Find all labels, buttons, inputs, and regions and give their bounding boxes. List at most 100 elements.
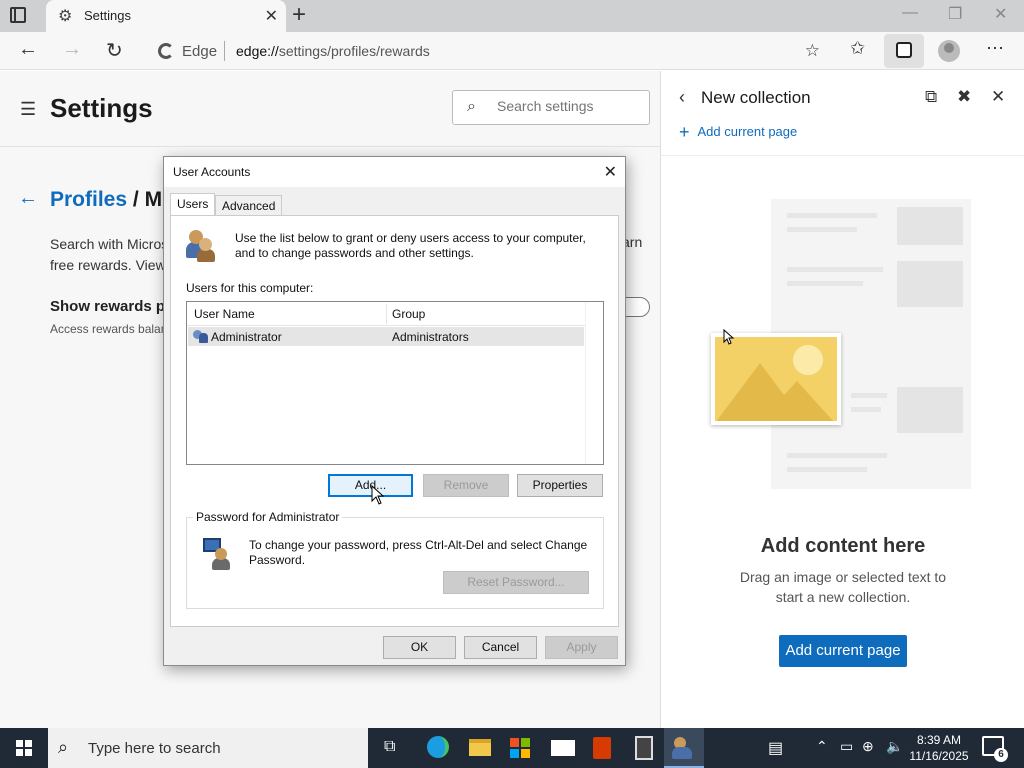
open-in-new-icon[interactable]: ⧉ xyxy=(925,87,937,107)
more-icon[interactable]: ⋯ xyxy=(986,38,1004,59)
taskbar-search[interactable]: ⌕ Type here to search xyxy=(48,728,368,768)
image-placeholder-icon xyxy=(711,333,841,425)
collection-title[interactable]: New collection xyxy=(701,88,811,108)
url-text: edge://settings/profiles/rewards xyxy=(236,43,430,59)
dialog-titlebar[interactable]: User Accounts ✕ xyxy=(164,157,625,187)
cancel-button[interactable]: Cancel xyxy=(464,636,537,659)
address-bar[interactable]: Edge edge://settings/profiles/rewards ☆ xyxy=(144,35,834,67)
search-icon: ⌕ xyxy=(467,98,476,115)
tab-users[interactable]: Users xyxy=(170,193,216,215)
properties-button[interactable]: Properties xyxy=(517,474,603,497)
list-header: User Name Group xyxy=(187,302,585,326)
users-panel: Use the list below to grant or deny user… xyxy=(170,215,619,627)
dialog-title: User Accounts xyxy=(173,165,251,179)
password-user-icon xyxy=(203,538,233,570)
apply-button[interactable]: Apply xyxy=(545,636,618,659)
ok-button[interactable]: OK xyxy=(383,636,456,659)
users-label: Users for this computer: xyxy=(186,281,314,295)
tab-strip: ⚙ Settings ✕ + — ❐ ✕ xyxy=(0,0,1024,32)
illustration-line xyxy=(851,393,887,398)
forward-icon[interactable]: → xyxy=(62,38,82,61)
gear-icon: ⚙ xyxy=(58,8,73,25)
close-dialog-icon[interactable]: ✕ xyxy=(604,162,617,182)
start-button[interactable] xyxy=(0,728,48,768)
add-favorite-icon[interactable]: ☆ xyxy=(805,41,820,61)
close-tab-icon[interactable]: ✕ xyxy=(265,6,278,26)
calculator-icon[interactable] xyxy=(624,728,664,768)
users-icon xyxy=(185,228,217,262)
chevron-left-icon[interactable]: ‹ xyxy=(679,87,685,108)
refresh-icon[interactable]: ↻ xyxy=(106,38,123,63)
meet-now-icon[interactable]: ▭ xyxy=(840,738,853,755)
close-window-icon[interactable]: ✕ xyxy=(994,4,1007,24)
notification-count-badge: 6 xyxy=(994,748,1008,762)
restore-icon[interactable]: ❐ xyxy=(948,4,962,24)
tab-advanced[interactable]: Advanced xyxy=(215,195,283,215)
list-scrollbar[interactable] xyxy=(585,302,603,464)
add-current-page-link[interactable]: + Add current page xyxy=(679,122,797,143)
search-input[interactable] xyxy=(497,98,637,114)
table-row[interactable]: Administrator Administrators xyxy=(188,327,584,346)
close-pane-icon[interactable]: ✕ xyxy=(991,87,1005,107)
taskbar: ⌕ Type here to search ⧉ ▤ ⌃ ▭ ⊕ 🔈 8:39 A… xyxy=(0,728,1024,768)
address-separator xyxy=(224,41,225,61)
collections-pane: ‹ New collection ⧉ ✖ ✕ + Add current page… xyxy=(660,71,1024,728)
back-icon[interactable]: ← xyxy=(18,38,38,61)
windows-icon xyxy=(16,740,32,756)
minimize-icon[interactable]: — xyxy=(902,4,918,22)
collections-icon xyxy=(896,42,912,58)
user-icon xyxy=(193,329,208,343)
tab-settings[interactable]: ⚙ Settings ✕ xyxy=(46,0,286,32)
office-icon[interactable] xyxy=(582,728,622,768)
taskbar-search-placeholder: Type here to search xyxy=(88,740,221,757)
mail-icon[interactable] xyxy=(542,728,582,768)
remove-button[interactable]: Remove xyxy=(423,474,509,497)
edge-taskbar-icon[interactable] xyxy=(418,728,458,768)
illustration-line xyxy=(787,453,887,458)
tab-title: Settings xyxy=(84,8,131,23)
password-instructions: To change your password, press Ctrl-Alt-… xyxy=(249,538,588,567)
group-cell: Administrators xyxy=(392,330,469,344)
clock[interactable]: 8:39 AM 11/16/2025 xyxy=(906,732,972,764)
password-group-label: Password for Administrator xyxy=(193,510,343,524)
empty-state-text: Drag an image or selected text to start … xyxy=(739,569,947,605)
column-group[interactable]: Group xyxy=(392,307,425,321)
plus-icon: + xyxy=(679,122,690,142)
search-settings[interactable]: ⌕ xyxy=(452,90,650,125)
add-current-page-button[interactable]: Add current page xyxy=(779,635,907,667)
back-arrow-icon[interactable]: ← xyxy=(18,187,38,210)
illustration-line xyxy=(787,213,877,218)
task-view-icon[interactable]: ⧉ xyxy=(372,728,412,768)
illustration-line xyxy=(851,407,881,412)
reset-password-button[interactable]: Reset Password... xyxy=(443,571,589,594)
secondary-cursor-icon xyxy=(723,329,735,345)
password-group: Password for Administrator To change you… xyxy=(186,510,604,609)
network-icon[interactable]: ⊕ xyxy=(862,738,874,755)
access-rewards-text: Access rewards balan xyxy=(50,322,168,336)
user-accounts-taskbar-icon[interactable] xyxy=(664,728,704,768)
illustration-block xyxy=(897,387,963,433)
tab-actions-icon[interactable] xyxy=(10,7,26,23)
rewards-description: Search with Micros free rewards. View xyxy=(50,236,169,273)
new-tab-icon[interactable]: + xyxy=(292,2,306,28)
edge-logo-icon xyxy=(158,43,174,59)
collections-button[interactable] xyxy=(884,34,924,68)
illustration-line xyxy=(787,227,857,232)
illustration-block xyxy=(897,207,963,245)
news-widget-icon[interactable]: ▤ xyxy=(768,738,783,758)
users-list[interactable]: User Name Group Administrator Administra… xyxy=(186,301,604,465)
profile-avatar[interactable] xyxy=(938,40,960,62)
favorites-icon[interactable]: ✩ xyxy=(850,38,865,59)
chevron-up-icon[interactable]: ⌃ xyxy=(816,738,828,755)
illustration-block xyxy=(897,261,963,307)
pin-icon[interactable]: ✖ xyxy=(957,87,971,107)
file-explorer-icon[interactable] xyxy=(460,728,500,768)
navigation-bar: ← → ↻ Edge edge://settings/profiles/rewa… xyxy=(0,32,1024,70)
menu-icon[interactable]: ☰ xyxy=(20,99,36,120)
column-user-name[interactable]: User Name xyxy=(194,307,255,321)
breadcrumb-profiles[interactable]: Profiles xyxy=(50,188,127,211)
volume-muted-icon[interactable]: 🔈 xyxy=(886,738,903,755)
address-prefix: Edge xyxy=(182,43,218,60)
divider xyxy=(0,146,660,147)
store-icon[interactable] xyxy=(500,728,540,768)
